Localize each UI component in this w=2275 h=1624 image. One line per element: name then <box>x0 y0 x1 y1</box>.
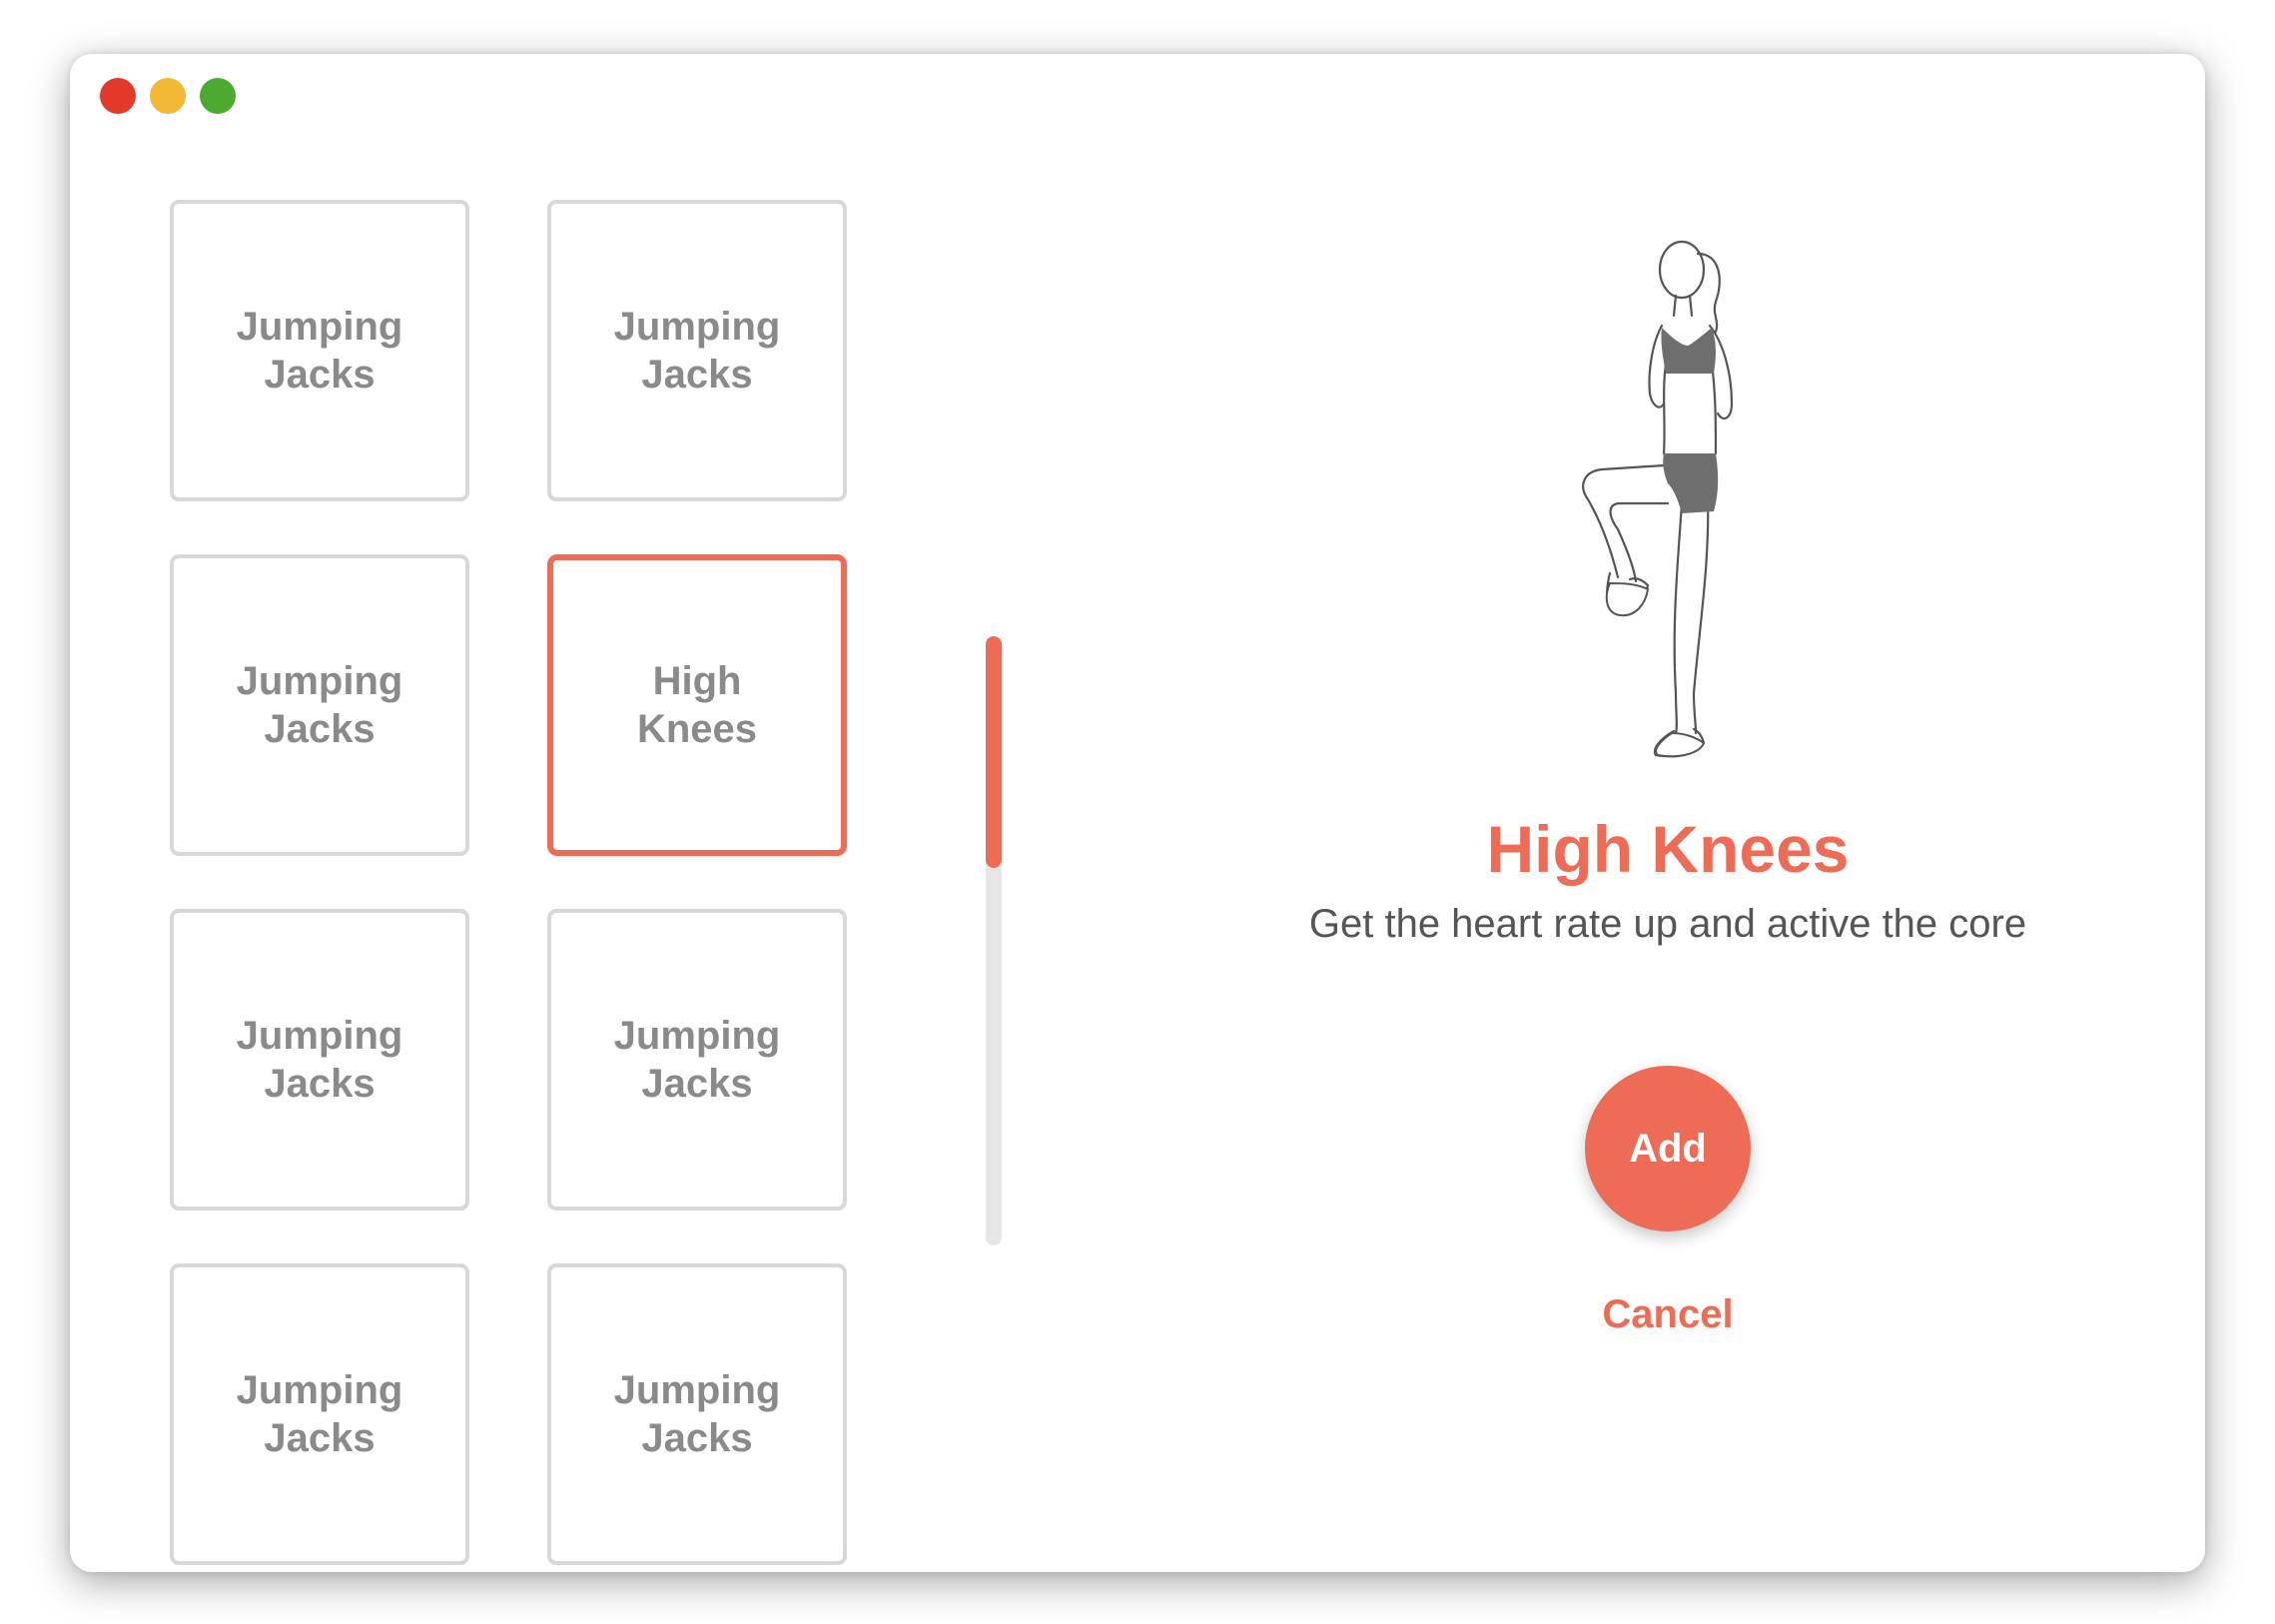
exercise-description: Get the heart rate up and active the cor… <box>1308 902 2027 946</box>
high-knees-illustration <box>1582 240 1734 758</box>
cancel-button[interactable]: Cancel <box>1148 1292 2187 1337</box>
exercise-tile-label: Jumping Jacks <box>236 305 403 397</box>
exercise-detail-panel: High Knees Get the heart rate up and act… <box>1148 54 2187 1572</box>
window-controls <box>100 78 236 114</box>
close-button[interactable] <box>100 78 136 114</box>
minimize-button[interactable] <box>150 78 186 114</box>
scrollbar-thumb[interactable] <box>986 636 1002 868</box>
exercise-tile[interactable]: Jumping Jacks <box>170 909 469 1211</box>
exercise-tile[interactable]: Jumping Jacks <box>547 1263 847 1565</box>
exercise-tile[interactable]: Jumping Jacks <box>170 554 469 856</box>
exercise-grid: Jumping Jacks Jumping Jacks Jumping Jack… <box>170 200 847 1565</box>
add-button[interactable]: Add <box>1585 1066 1751 1231</box>
exercise-tile-label: Jumping Jacks <box>236 1014 403 1106</box>
exercise-tile-label: Jumping Jacks <box>236 659 403 751</box>
exercise-tile-label: High Knees <box>636 659 758 751</box>
scrollbar-track[interactable] <box>986 636 1002 1245</box>
exercise-tile-label: Jumping Jacks <box>236 1368 403 1460</box>
exercise-tile[interactable]: Jumping Jacks <box>547 200 847 501</box>
exercise-tile-label: Jumping Jacks <box>613 1014 781 1106</box>
zoom-button[interactable] <box>200 78 236 114</box>
exercise-tile-label: Jumping Jacks <box>613 305 781 397</box>
exercise-tile-label: Jumping Jacks <box>613 1368 781 1460</box>
exercise-tile[interactable]: Jumping Jacks <box>547 909 847 1211</box>
exercise-tile[interactable]: Jumping Jacks <box>170 200 469 501</box>
exercise-title: High Knees <box>1486 812 1850 886</box>
exercise-tile[interactable]: Jumping Jacks <box>170 1263 469 1565</box>
exercise-tile-selected[interactable]: High Knees <box>547 554 847 856</box>
app-window: Jumping Jacks Jumping Jacks Jumping Jack… <box>70 54 2205 1572</box>
